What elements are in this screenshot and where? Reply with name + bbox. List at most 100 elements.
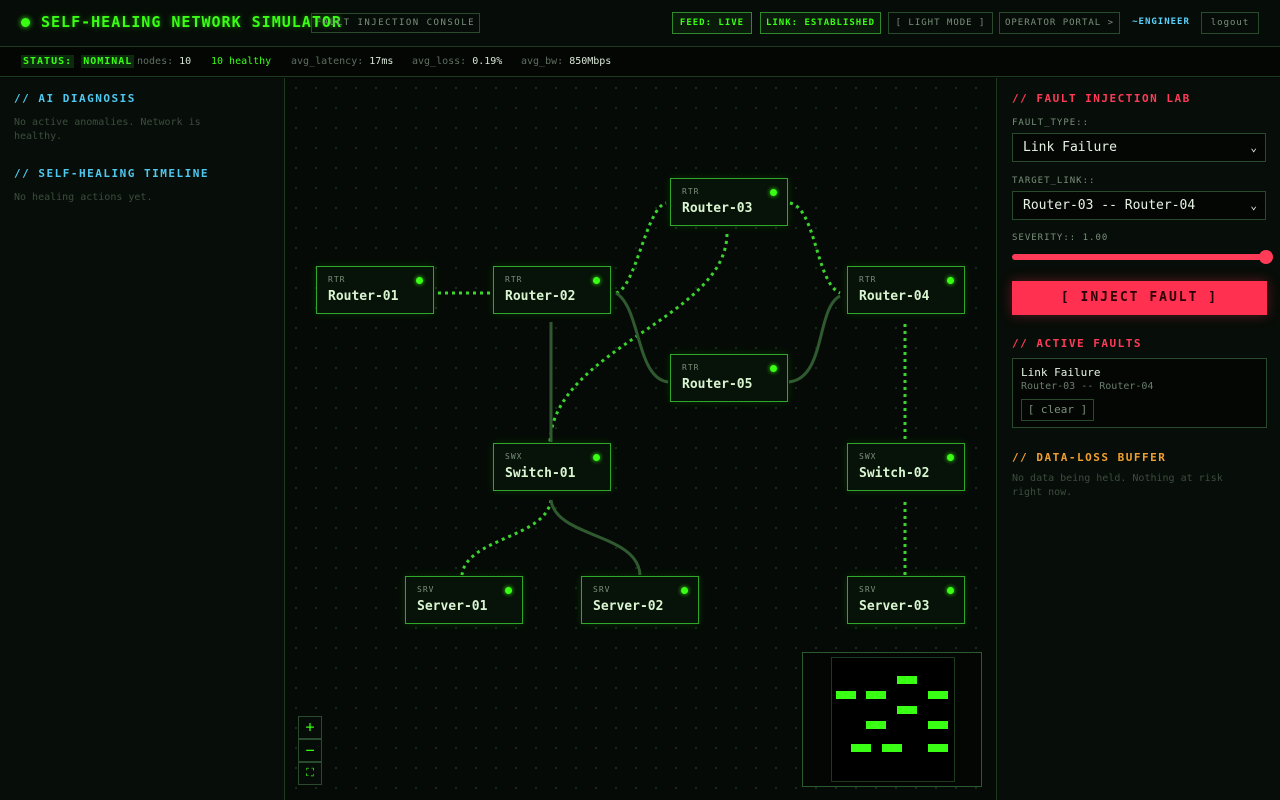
minimap-node xyxy=(882,744,902,752)
healing-timeline-title: // SELF-HEALING TIMELINE xyxy=(14,167,209,180)
healing-timeline-text: No healing actions yet. xyxy=(14,192,153,203)
clear-fault-button[interactable]: [ clear ] xyxy=(1021,399,1094,421)
logout-button[interactable]: logout xyxy=(1201,12,1259,34)
data-loss-buffer-text: No data being held. Nothing at risk righ… xyxy=(1012,472,1223,500)
node-health-icon xyxy=(947,277,954,284)
node-router-02[interactable]: RTR Router-02 xyxy=(493,266,611,314)
status-bar: STATUS: NOMINAL nodes: 10 10 healthy avg… xyxy=(0,47,1280,77)
fit-view-button[interactable]: ⛶ xyxy=(298,762,322,785)
minimap-node xyxy=(928,691,948,699)
node-name: Server-02 xyxy=(593,599,664,614)
node-switch-01[interactable]: SWX Switch-01 xyxy=(493,443,611,491)
node-server-03[interactable]: SRV Server-03 xyxy=(847,576,965,624)
operator-portal-button[interactable]: OPERATOR PORTAL > xyxy=(999,12,1120,34)
active-fault-card: Link Failure Router-03 -- Router-04 [ cl… xyxy=(1012,358,1267,428)
node-name: Switch-02 xyxy=(859,466,930,481)
target-link-select[interactable]: Router-03 -- Router-04 ⌄ xyxy=(1012,191,1266,220)
topology-canvas[interactable]: RTR Router-01 RTR Router-02 RTR Router-0… xyxy=(286,78,995,800)
feed-live-button[interactable]: FEED: LIVE xyxy=(672,12,752,34)
bandwidth-stat: avg_bw: 850Mbps xyxy=(521,47,611,77)
latency-stat: avg_latency: 17ms xyxy=(291,47,393,77)
inject-fault-button[interactable]: [ INJECT FAULT ] xyxy=(1012,281,1267,315)
node-name: Router-04 xyxy=(859,289,930,304)
nodes-value: 10 xyxy=(179,56,192,67)
nodes-stat: nodes: 10 xyxy=(137,47,191,77)
node-health-icon xyxy=(770,365,777,372)
node-health-icon xyxy=(505,587,512,594)
bandwidth-value: 850Mbps xyxy=(569,56,612,67)
node-router-05[interactable]: RTR Router-05 xyxy=(670,354,788,402)
node-name: Router-01 xyxy=(328,289,399,304)
node-health-icon xyxy=(593,454,600,461)
network-status: STATUS: NOMINAL xyxy=(21,47,135,77)
severity-slider-thumb[interactable] xyxy=(1259,250,1273,264)
severity-label: SEVERITY:: 1.00 xyxy=(1012,233,1109,243)
app-title: SELF-HEALING NETWORK SIMULATOR xyxy=(41,13,342,31)
light-mode-button[interactable]: [ LIGHT MODE ] xyxy=(888,12,993,34)
latency-value: 17ms xyxy=(369,56,394,67)
active-fault-type: Link Failure xyxy=(1021,366,1101,379)
target-link-label: TARGET_LINK:: xyxy=(1012,176,1096,186)
node-health-icon xyxy=(770,189,777,196)
minimap-node xyxy=(897,706,917,714)
ai-diagnosis-text: No active anomalies. Network is healthy. xyxy=(14,116,201,144)
loss-stat: avg_loss: 0.19% xyxy=(412,47,502,77)
node-server-02[interactable]: SRV Server-02 xyxy=(581,576,699,624)
node-router-03[interactable]: RTR Router-03 xyxy=(670,178,788,226)
chevron-down-icon: ⌄ xyxy=(1250,199,1257,212)
node-health-icon xyxy=(416,277,423,284)
node-type: SRV xyxy=(417,585,435,594)
bandwidth-label: avg_bw: xyxy=(521,56,564,67)
node-router-04[interactable]: RTR Router-04 xyxy=(847,266,965,314)
node-health-icon xyxy=(593,277,600,284)
link-router02-router03 xyxy=(615,201,667,295)
zoom-in-button[interactable]: + xyxy=(298,716,322,739)
severity-slider[interactable] xyxy=(1012,250,1273,264)
minimap-node xyxy=(866,721,886,729)
node-type: RTR xyxy=(682,187,700,196)
fault-type-value: Link Failure xyxy=(1023,140,1117,155)
node-name: Switch-01 xyxy=(505,466,576,481)
status-value: NOMINAL xyxy=(81,55,135,68)
node-switch-02[interactable]: SWX Switch-02 xyxy=(847,443,965,491)
node-name: Router-05 xyxy=(682,377,753,392)
link-router05-router04 xyxy=(788,294,841,384)
healthy-count: 10 healthy xyxy=(211,56,272,67)
node-router-01[interactable]: RTR Router-01 xyxy=(316,266,434,314)
node-name: Server-01 xyxy=(417,599,488,614)
node-type: SWX xyxy=(859,452,877,461)
node-name: Router-02 xyxy=(505,289,576,304)
node-name: Server-03 xyxy=(859,599,930,614)
node-type: SRV xyxy=(593,585,611,594)
fault-type-select[interactable]: Link Failure ⌄ xyxy=(1012,133,1266,162)
left-panel: // AI DIAGNOSIS No active anomalies. Net… xyxy=(0,78,285,800)
zoom-out-button[interactable]: − xyxy=(298,739,322,762)
minimap-node xyxy=(851,744,871,752)
link-switch01-server01 xyxy=(460,499,553,576)
node-type: RTR xyxy=(328,275,346,284)
node-type: RTR xyxy=(682,363,700,372)
node-type: RTR xyxy=(505,275,523,284)
link-switch01-server02 xyxy=(549,499,642,576)
minimap-node xyxy=(866,691,886,699)
link-router02-router05 xyxy=(615,291,669,384)
ai-diagnosis-line-1: No active anomalies. Network is xyxy=(14,117,201,128)
loss-value: 0.19% xyxy=(472,56,503,67)
node-name: Router-03 xyxy=(682,201,753,216)
node-type: SWX xyxy=(505,452,523,461)
link-established-button[interactable]: LINK: ESTABLISHED xyxy=(760,12,881,34)
loss-label: avg_loss: xyxy=(412,56,467,67)
data-loss-buffer-title: // DATA-LOSS BUFFER xyxy=(1012,451,1167,464)
node-health-icon xyxy=(681,587,688,594)
node-server-01[interactable]: SRV Server-01 xyxy=(405,576,523,624)
minimap[interactable] xyxy=(802,652,982,787)
latency-label: avg_latency: xyxy=(291,56,364,67)
active-faults-title: // ACTIVE FAULTS xyxy=(1012,337,1142,350)
node-health-icon xyxy=(947,587,954,594)
top-header: SELF-HEALING NETWORK SIMULATOR FAULT INJ… xyxy=(0,0,1280,47)
node-health-icon xyxy=(947,454,954,461)
fault-type-label: FAULT_TYPE:: xyxy=(1012,118,1090,128)
user-label: ~ENGINEER xyxy=(1128,12,1194,34)
node-type: RTR xyxy=(859,275,877,284)
severity-slider-fill xyxy=(1012,254,1266,260)
